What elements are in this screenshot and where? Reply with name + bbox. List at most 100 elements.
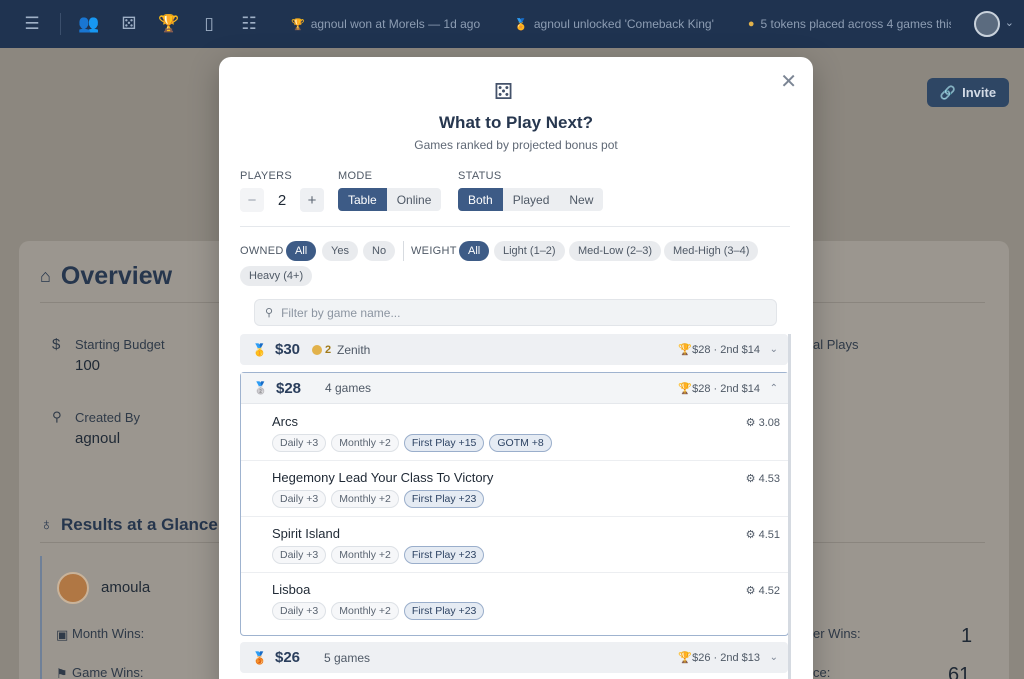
bonus-tag: First Play +15 — [403, 434, 485, 452]
weight-label: WEIGHT — [411, 245, 457, 257]
gold-medal-icon: 🥇 — [252, 342, 267, 357]
chevron-down-icon[interactable]: ⌄ — [770, 344, 778, 355]
group-summary-text: $26 · 2nd $13 — [692, 652, 760, 664]
status-played-option[interactable]: Played — [503, 188, 560, 211]
bonus-tags: Daily +3 Monthly +2 First Play +23 — [272, 546, 489, 564]
status-both-option[interactable]: Both — [458, 188, 503, 211]
owned-yes-pill[interactable]: Yes — [322, 241, 358, 261]
medal-icon: ♁ — [40, 515, 53, 534]
ticker-item[interactable]: 🏅 agnoul unlocked 'Comeback King' — [514, 17, 714, 31]
ticker-item[interactable]: ● 5 tokens placed across 4 games this w — [748, 17, 951, 31]
group-summary: 🏆$28 · 2nd $14 — [678, 343, 760, 356]
game-row[interactable]: Spirit Island ⚙ 4.51 Daily +3 Monthly +2… — [241, 517, 788, 573]
group-header[interactable]: 🥇 $30 2 Zenith 🏆$28 · 2nd $14 ⌄ — [240, 334, 788, 365]
group-summary: 🏆$26 · 2nd $13 — [678, 651, 760, 664]
dollar-icon: $ — [52, 336, 61, 353]
group-amount: $30 — [275, 341, 301, 358]
chevron-down-icon[interactable]: ⌄ — [770, 652, 778, 663]
filter-divider — [240, 226, 790, 227]
user-icon: ⚲ — [52, 409, 62, 424]
dice-icon[interactable]: ⚄ — [109, 0, 149, 48]
game-row[interactable]: Hegemony Lead Your Class To Victory ⚙ 4.… — [241, 461, 788, 517]
modal-title: What to Play Next? — [439, 113, 593, 132]
group-summary: 🏆$28 · 2nd $14 — [678, 382, 760, 395]
trophy-icon: 🏆 — [678, 344, 693, 356]
badge-icon: 🏅 — [514, 18, 528, 31]
status-new-option[interactable]: New — [559, 188, 603, 211]
ticker-text: 5 tokens placed across 4 games this w — [760, 17, 951, 31]
group-header[interactable]: 🥈 $28 4 games 🏆$28 · 2nd $14 ⌃ — [241, 373, 788, 404]
list-icon[interactable]: ☷ — [229, 0, 269, 48]
game-row[interactable]: Arcs ⚙ 3.08 Daily +3 Monthly +2 First Pl… — [241, 405, 788, 461]
weight-icon: ⚙ — [745, 585, 759, 597]
invite-button[interactable]: 🔗 Invite — [927, 78, 1009, 107]
wins-value: 1 — [961, 625, 973, 647]
mode-toggle: Table Online — [338, 188, 442, 211]
stat-value: 61 — [948, 664, 971, 679]
players-decrement-button[interactable]: − — [240, 188, 264, 212]
weight-light-pill[interactable]: Light (1–2) — [494, 241, 565, 261]
game-name: Arcs — [272, 414, 298, 429]
month-wins-label: Month Wins: — [72, 626, 145, 641]
weight-all-pill[interactable]: All — [459, 241, 490, 261]
group-count: 4 games — [325, 381, 372, 395]
group-header[interactable]: 🥉 $26 5 games 🏆$26 · 2nd $13 ⌄ — [240, 642, 788, 673]
bonus-tag: Daily +3 — [272, 490, 327, 508]
weight-heavy-pill[interactable]: Heavy (4+) — [240, 266, 313, 286]
bonus-tag: First Play +23 — [403, 602, 485, 620]
home-icon: ⌂ — [40, 266, 51, 286]
ticker-item[interactable]: 🏆 agnoul won at Morels — 1d ago — [291, 17, 480, 31]
trophy-icon: 🏆 — [678, 652, 693, 664]
game-weight-value: 4.52 — [758, 585, 780, 597]
close-icon[interactable]: ✕ — [780, 69, 797, 94]
trophy-icon[interactable]: 🏆 — [149, 0, 189, 48]
game-weight: ⚙ 4.52 — [746, 584, 780, 597]
bonus-tag: Monthly +2 — [331, 546, 399, 564]
bonus-tag: First Play +23 — [403, 546, 485, 564]
group-game-name: Zenith — [337, 342, 371, 357]
chevron-down-icon[interactable]: ⌄ — [1005, 16, 1014, 29]
game-weight: ⚙ 3.08 — [746, 416, 780, 429]
group-expanded: 🥈 $28 4 games 🏆$28 · 2nd $14 ⌃ Arcs ⚙ 3.… — [240, 372, 789, 636]
weight-medlow-pill[interactable]: Med-Low (2–3) — [569, 241, 661, 261]
mode-table-option[interactable]: Table — [338, 188, 387, 211]
weight-medhigh-pill[interactable]: Med-High (3–4) — [664, 241, 759, 261]
bonus-tag: Daily +3 — [272, 434, 327, 452]
game-groups-list: 🥇 $30 2 Zenith 🏆$28 · 2nd $14 ⌄ 🥈 $28 4 … — [240, 334, 792, 679]
chevron-up-icon[interactable]: ⌃ — [770, 383, 778, 394]
game-weight: ⚙ 4.51 — [746, 528, 780, 541]
bonus-tag: Monthly +2 — [331, 434, 399, 452]
navbar-divider — [60, 13, 61, 35]
users-icon[interactable]: 👥 — [69, 0, 109, 48]
menu-icon[interactable]: ☰ — [12, 0, 52, 48]
top-navbar: ☰ 👥 ⚄ 🏆 ▯ ☷ 🏆 agnoul won at Morels — 1d a… — [0, 0, 1024, 48]
created-by-value: agnoul — [75, 430, 121, 447]
game-weight-value: 3.08 — [758, 417, 780, 429]
trophy-icon: 🏆 — [678, 382, 693, 395]
list-scrollbar[interactable] — [788, 334, 791, 679]
mode-online-option[interactable]: Online — [387, 188, 442, 211]
group-amount: $26 — [275, 649, 301, 666]
filter-separator — [403, 241, 404, 261]
coin-badge: 2 — [312, 344, 331, 356]
weight-icon: ⚙ — [745, 529, 759, 541]
game-row[interactable]: Lisboa ⚙ 4.52 Daily +3 Monthly +2 First … — [241, 573, 788, 629]
player-name: amoula — [101, 579, 151, 596]
page-title: ⌂ Overview — [40, 262, 172, 291]
owned-label: OWNED — [240, 245, 284, 257]
what-to-play-modal: ✕ ⚄ What to Play Next? Games ranked by p… — [219, 57, 813, 679]
game-name: Hegemony Lead Your Class To Victory — [272, 470, 494, 485]
results-title: Results at a Glance — [61, 515, 218, 534]
book-icon[interactable]: ▯ — [189, 0, 229, 48]
user-avatar[interactable] — [974, 11, 1000, 37]
coin-count: 2 — [325, 343, 332, 356]
group-summary-text: $28 · 2nd $14 — [692, 344, 760, 356]
players-increment-button[interactable]: + — [300, 188, 324, 212]
owned-all-pill[interactable]: All — [286, 241, 317, 261]
link-icon: 🔗 — [939, 84, 957, 100]
coin-icon: ● — [747, 18, 755, 30]
bonus-tag: Daily +3 — [272, 546, 327, 564]
mode-label: MODE — [338, 170, 373, 182]
owned-no-pill[interactable]: No — [363, 241, 396, 261]
game-search-input[interactable]: ⚲ Filter by game name... — [254, 299, 777, 326]
